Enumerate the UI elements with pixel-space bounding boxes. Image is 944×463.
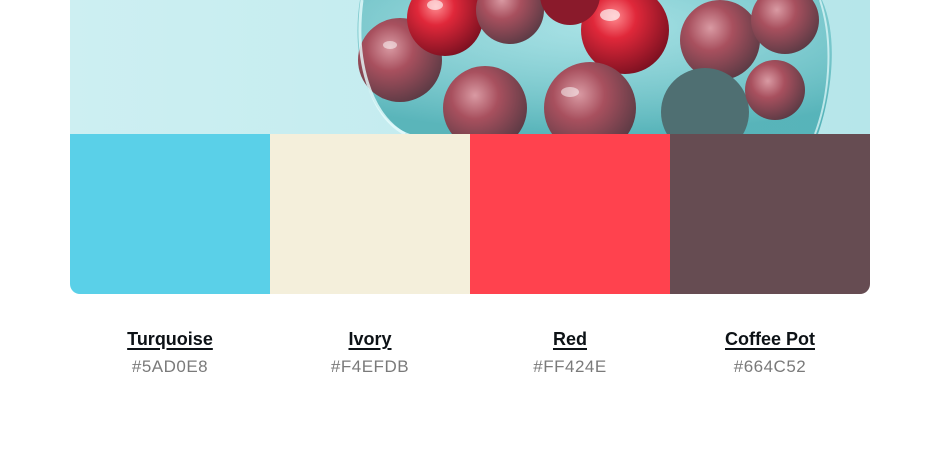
- color-name-link[interactable]: Coffee Pot: [725, 327, 815, 351]
- color-hex-code: #F4EFDB: [330, 357, 410, 376]
- color-label-ivory: Ivory #F4EFDB: [270, 327, 470, 378]
- color-label-turquoise: Turquoise #5AD0E8: [70, 327, 270, 378]
- color-name-link[interactable]: Red: [553, 327, 587, 351]
- swatch-red[interactable]: [470, 134, 670, 294]
- palette-card: Turquoise #5AD0E8 Ivory #F4EFDB Red #FF4…: [70, 0, 870, 378]
- color-hex-code: #5AD0E8: [131, 357, 209, 376]
- color-hex-code: #664C52: [733, 357, 807, 376]
- cherries-in-glass-image: [357, 0, 832, 134]
- color-swatches: [70, 134, 870, 294]
- color-hex-code: #FF424E: [533, 357, 607, 376]
- color-name-link[interactable]: Turquoise: [127, 327, 213, 351]
- color-label-coffee-pot: Coffee Pot #664C52: [670, 327, 870, 378]
- swatch-coffee-pot[interactable]: [670, 134, 870, 294]
- swatch-ivory[interactable]: [270, 134, 470, 294]
- swatch-turquoise[interactable]: [70, 134, 270, 294]
- cherries-photo: [70, 0, 870, 134]
- color-name-link[interactable]: Ivory: [348, 327, 391, 351]
- color-labels: Turquoise #5AD0E8 Ivory #F4EFDB Red #FF4…: [70, 327, 870, 378]
- color-label-red: Red #FF424E: [470, 327, 670, 378]
